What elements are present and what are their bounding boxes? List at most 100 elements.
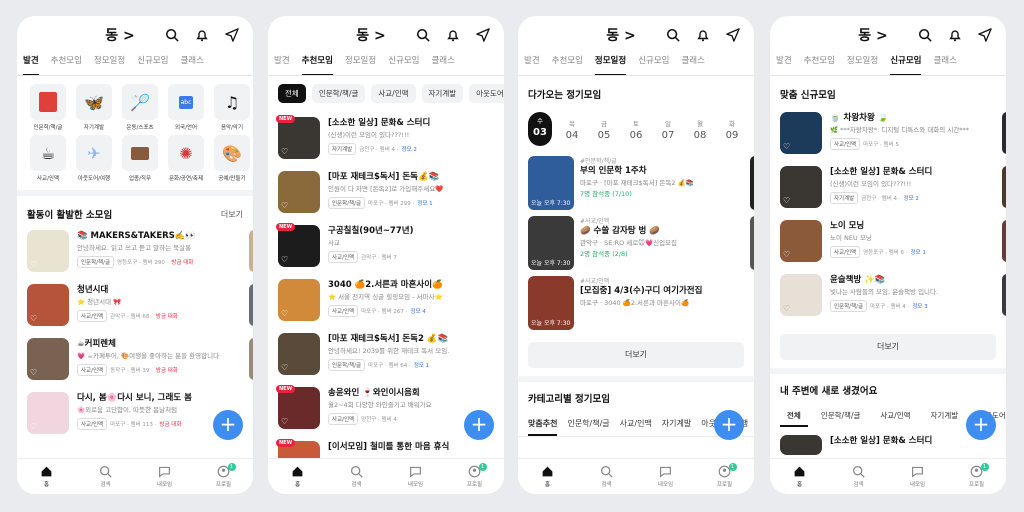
tab-new[interactable]: 신규모임 [137, 52, 168, 75]
heart-icon[interactable]: ♡ [30, 368, 39, 377]
list-item[interactable]: ♡ 청년시대 ⭐ 청년시대 🎀 사교/인맥 관악구 · 멤버 68 · 방금 대화 [17, 284, 253, 338]
bell-icon[interactable] [696, 28, 710, 42]
send-icon[interactable] [225, 28, 239, 42]
category-job[interactable]: 업종/직무 [119, 135, 161, 182]
bell-icon[interactable] [195, 28, 209, 42]
chip-humanities[interactable]: 인문학/책/글 [813, 406, 868, 427]
heart-icon[interactable]: ♡ [281, 417, 290, 426]
category-language[interactable]: abc 외국/언어 [165, 84, 207, 131]
list-item[interactable]: ♡ NEW 구공칠칠(90년~77년) 사교 사교/인맥 관악구 · 멤버 7 [268, 223, 504, 279]
tab-recommend[interactable]: 추천모임 [552, 52, 583, 75]
date-item[interactable]: 목 04 [560, 118, 584, 141]
category-culture[interactable]: ✺ 문화/공연/축제 [165, 135, 207, 182]
heart-icon[interactable]: ♡ [281, 147, 290, 156]
tab-new[interactable]: 신규모임 [890, 52, 922, 75]
category-self-dev[interactable]: 🦋 자기계발 [73, 84, 115, 131]
chip-outdoor[interactable]: 아웃도어/여행 [469, 84, 504, 103]
list-item[interactable]: ♡ 📚 MAKERS&TAKERS✍️👀 안녕하세요. 읽고 쓰고 듣고 말하는… [17, 230, 253, 284]
category-music[interactable]: ♫ 음악/악기 [211, 84, 253, 131]
tab-new[interactable]: 신규모임 [388, 52, 419, 75]
date-item[interactable]: 수 03 [528, 112, 552, 146]
send-icon[interactable] [476, 28, 490, 42]
list-item[interactable]: ♡ ☕커피렌체 💗 ☕카페투어, 🎨여행을 좋아하는 분들 환영합니다 사교/인… [17, 338, 253, 392]
tab-discover[interactable]: 발견 [776, 52, 792, 75]
tab-class[interactable]: 클래스 [431, 52, 454, 75]
bell-icon[interactable] [446, 28, 460, 42]
chip-humanities[interactable]: 인문학/책/글 [311, 84, 366, 103]
tab-schedule[interactable]: 정모일정 [94, 52, 125, 75]
heart-icon[interactable]: ♡ [783, 142, 792, 151]
date-item[interactable]: 토 06 [624, 118, 648, 141]
chip-social[interactable]: 사교/인맥 [371, 84, 416, 103]
ctab-humanities[interactable]: 인문학/책/글 [567, 418, 609, 436]
heart-icon[interactable]: ♡ [281, 309, 290, 318]
ctab-self-dev[interactable]: 자기계발 [662, 418, 691, 436]
list-item[interactable]: ♡ 노이 모닝 노이 NEU 모닝 사교/인맥 영등포구 · 멤버 6 · 정모 1 [770, 220, 1006, 274]
create-fab[interactable]: + [464, 410, 494, 440]
more-button[interactable]: 더보기 [528, 342, 744, 368]
date-item[interactable]: 월 08 [688, 118, 712, 141]
list-item[interactable]: ♡ [마포 재테크$독서] 돈독💰📚 인원이 다 차면 [돈독2]로 가입해주세… [268, 171, 504, 225]
schedule-item[interactable]: 오늘 오후 7:30 #인문학/책/글 부의 인문학 1주차 마포구 · [마포… [518, 156, 754, 216]
chip-all[interactable]: 전체 [780, 406, 808, 427]
nav-search[interactable]: 검색 [327, 459, 386, 494]
tab-class[interactable]: 클래스 [681, 52, 704, 75]
tab-discover[interactable]: 발견 [524, 52, 540, 75]
chip-social[interactable]: 사교/인맥 [873, 406, 918, 427]
heart-icon[interactable]: ♡ [281, 363, 290, 372]
heart-icon[interactable]: ♡ [281, 201, 290, 210]
chip-self-dev[interactable]: 자기계발 [923, 406, 966, 427]
heart-icon[interactable]: ♡ [783, 196, 792, 205]
tab-recommend[interactable]: 추천모임 [804, 52, 835, 75]
category-social[interactable]: ☕ 사교/인맥 [27, 135, 69, 182]
category-craft[interactable]: 🎨 공예/만들기 [211, 135, 253, 182]
search-icon[interactable] [666, 28, 680, 42]
nav-search[interactable]: 검색 [76, 459, 135, 494]
heart-icon[interactable]: ♡ [30, 260, 39, 269]
schedule-item[interactable]: 오늘 오후 7:30 #사교/인맥 🥔 수쓸 감자탕 벙 🥔 관악구 · SE:… [518, 216, 754, 276]
create-fab[interactable]: + [966, 410, 996, 440]
nav-profile[interactable]: 프로필 1 [445, 459, 504, 494]
bell-icon[interactable] [948, 28, 962, 42]
search-icon[interactable] [918, 28, 932, 42]
send-icon[interactable] [978, 28, 992, 42]
nav-mygroups[interactable]: 내모임 [135, 459, 194, 494]
send-icon[interactable] [726, 28, 740, 42]
list-item[interactable]: ♡ [마포 재테크$독서] 돈독2 💰📚 안녕하세요! 2039를 위한 재테크… [268, 333, 504, 387]
tab-schedule[interactable]: 정모일정 [345, 52, 376, 75]
list-item[interactable]: NEW [이서모임] 철미를 통한 마음 휴식 [268, 439, 504, 458]
nav-search[interactable]: 검색 [577, 459, 636, 494]
tab-class[interactable]: 클래스 [180, 52, 203, 75]
search-icon[interactable] [416, 28, 430, 42]
date-item[interactable]: 금 05 [592, 118, 616, 141]
list-item[interactable]: ♡ NEW [소소한 일상] 문화& 스터디 (신생)이런 모임이 있다???!… [268, 115, 504, 171]
more-link[interactable]: 더보기 [221, 209, 243, 220]
tab-new[interactable]: 신규모임 [638, 52, 669, 75]
list-item[interactable]: ♡ 윤슬책방 ✨📚 빛나는 사람들의 모임, 윤슬책방 입니다. 인문학/책/글… [770, 274, 1006, 328]
list-item[interactable]: [소소한 일상] 문화& 스터디 [770, 435, 1006, 455]
create-fab[interactable]: + [714, 410, 744, 440]
schedule-item[interactable]: 오늘 오후 7:30 #사교/인맥 [모집중] 4/3(수)구디 여기가전집 마… [518, 276, 754, 336]
nav-home[interactable]: 홈 [770, 459, 829, 494]
more-button[interactable]: 더보기 [780, 334, 996, 360]
date-item[interactable]: 일 07 [656, 118, 680, 141]
nav-home[interactable]: 홈 [518, 459, 577, 494]
heart-icon[interactable]: ♡ [30, 422, 39, 431]
category-humanities[interactable]: 인문학/책/글 [27, 84, 69, 131]
list-item[interactable]: ♡ 3040 🍊2.서른과 마흔사이🍊 ⭐ 서울 전지역 싱글 힐링모임 - 서… [268, 279, 504, 333]
tab-discover[interactable]: 발견 [274, 52, 290, 75]
tab-recommend[interactable]: 추천모임 [51, 52, 82, 75]
create-fab[interactable]: + [213, 410, 243, 440]
ctab-custom[interactable]: 맞춤추천 [528, 418, 558, 436]
nav-mygroups[interactable]: 내모임 [636, 459, 695, 494]
nav-profile[interactable]: 프로필 1 [194, 459, 253, 494]
ctab-social[interactable]: 사교/인맥 [620, 418, 652, 436]
nav-profile[interactable]: 프로필 1 [947, 459, 1006, 494]
list-item[interactable]: ♡ [소소한 일상] 문화& 스터디 (신생)이런 모임이 있다???!!! 자… [770, 166, 1006, 220]
category-outdoor[interactable]: ✈ 아웃도어/여행 [73, 135, 115, 182]
nav-mygroups[interactable]: 내모임 [888, 459, 947, 494]
nav-home[interactable]: 홈 [268, 459, 327, 494]
heart-icon[interactable]: ♡ [30, 314, 39, 323]
tab-discover[interactable]: 발견 [23, 52, 39, 75]
nav-mygroups[interactable]: 내모임 [386, 459, 445, 494]
